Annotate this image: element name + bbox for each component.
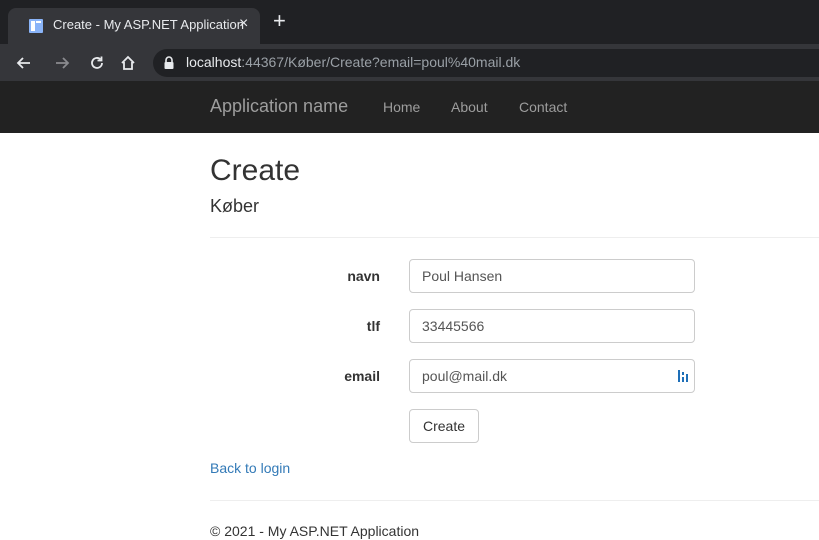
nav-link-about[interactable]: About (451, 99, 488, 115)
tlf-input[interactable] (409, 309, 695, 343)
page-subtitle: Køber (210, 196, 260, 216)
footer-text: © 2021 - My ASP.NET Application (210, 523, 420, 539)
lock-icon (164, 56, 174, 69)
page-title: Create (210, 154, 301, 187)
footer-divider (210, 500, 819, 501)
browser-toolbar: localhost:44367/Køber/Create?email=poul%… (0, 44, 819, 81)
navn-input[interactable] (409, 259, 695, 293)
nav-link-contact[interactable]: Contact (519, 99, 567, 115)
browser-tab[interactable]: Create - My ASP.NET Application × (8, 8, 260, 44)
address-bar[interactable]: localhost:44367/Køber/Create?email=poul%… (153, 49, 819, 77)
email-input[interactable] (409, 359, 695, 393)
tab-title: Create - My ASP.NET Application (53, 17, 245, 32)
reload-icon[interactable] (85, 51, 109, 75)
tlf-label: tlf (366, 318, 380, 334)
create-button[interactable]: Create (409, 409, 479, 443)
nav-link-home[interactable]: Home (383, 99, 420, 115)
home-icon[interactable] (116, 51, 140, 75)
close-icon[interactable]: × (239, 15, 248, 33)
arrow-right-icon[interactable] (50, 51, 74, 75)
new-tab-button[interactable]: + (273, 10, 286, 32)
divider (210, 237, 819, 238)
navn-label: navn (347, 268, 380, 284)
browser-tabstrip: Create - My ASP.NET Application × + (0, 0, 819, 44)
site-navbar: Application name Home About Contact (0, 81, 819, 133)
arrow-left-icon[interactable] (12, 51, 36, 75)
password-manager-icon[interactable] (677, 368, 689, 384)
page-icon (29, 19, 43, 33)
email-label: email (344, 368, 380, 384)
back-to-login-link[interactable]: Back to login (210, 460, 290, 476)
url-text: localhost:44367/Køber/Create?email=poul%… (186, 54, 521, 70)
brand-link[interactable]: Application name (210, 96, 348, 117)
